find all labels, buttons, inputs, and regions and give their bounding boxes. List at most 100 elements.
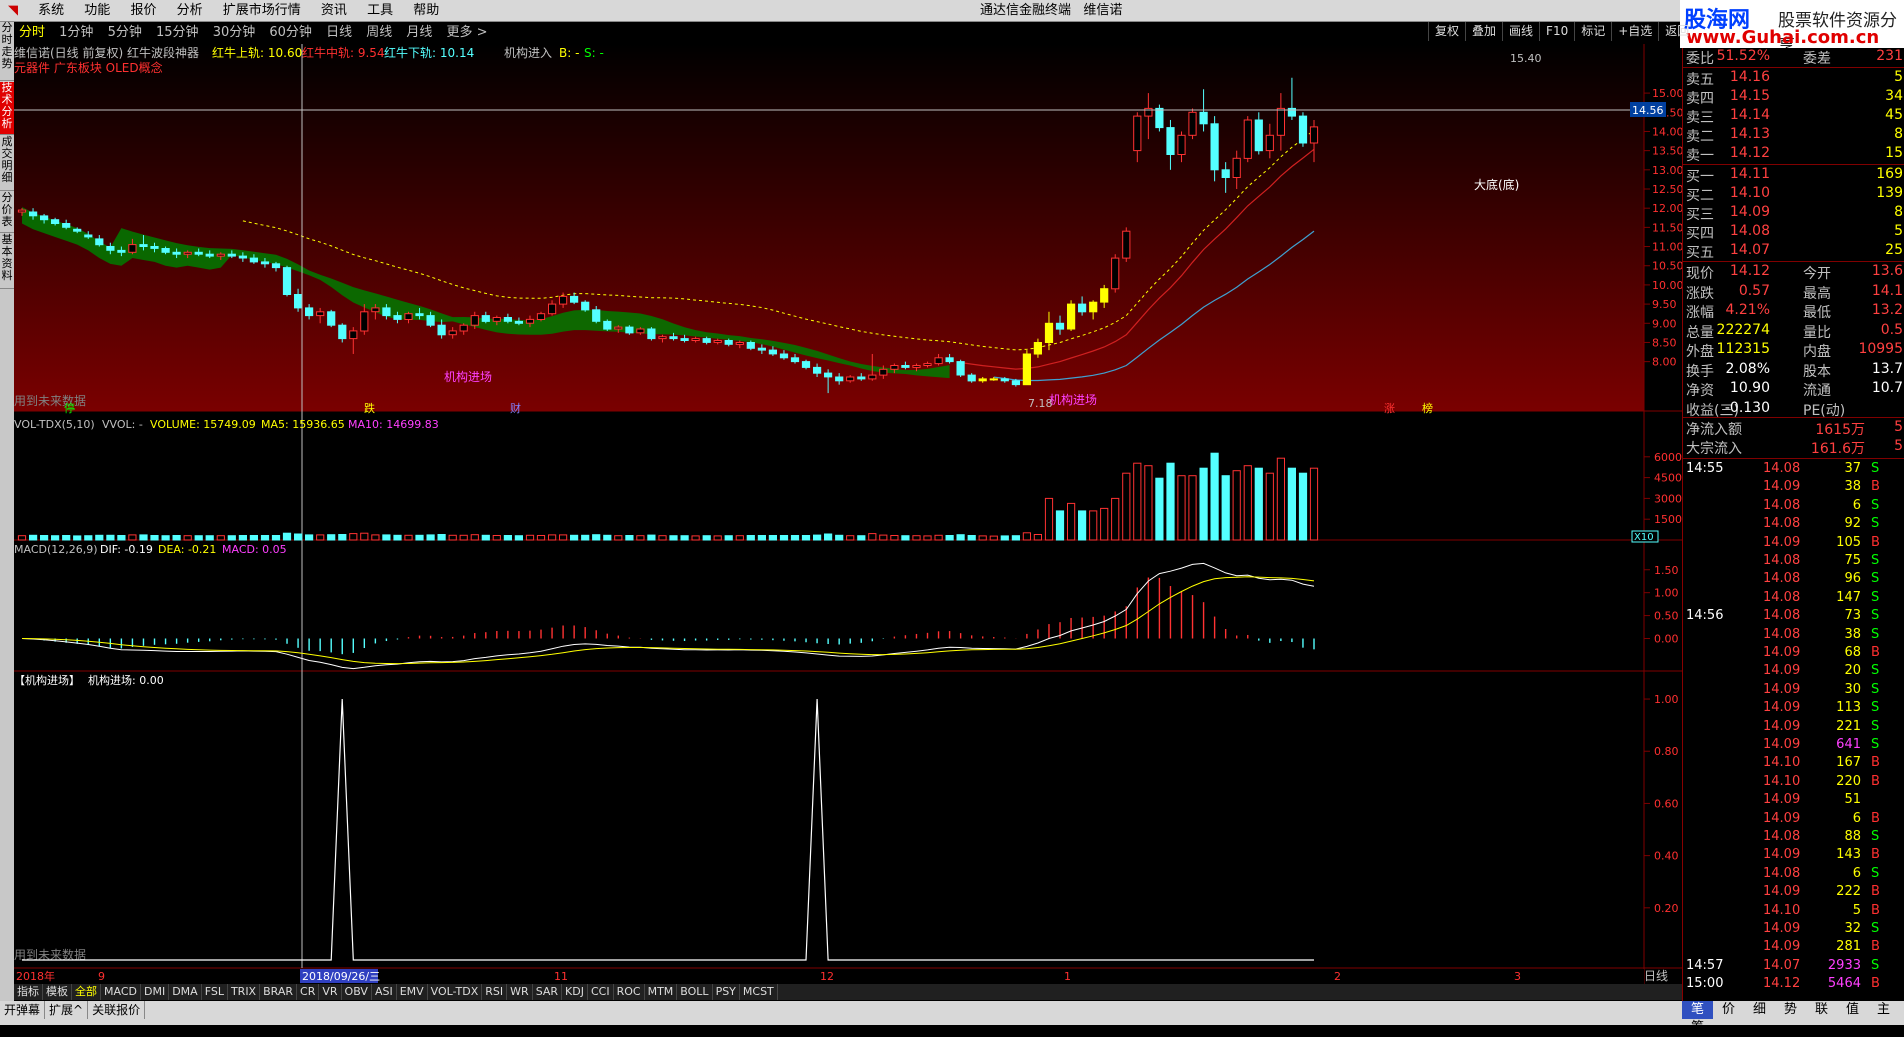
- stat-label: 总量: [1686, 324, 1714, 341]
- indicator-tab[interactable]: MCST: [740, 984, 778, 1000]
- tab-intraday[interactable]: 分时走势: [0, 22, 14, 81]
- volume-bar: [1078, 510, 1087, 541]
- indicator-tab[interactable]: CR: [297, 984, 320, 1000]
- f10-button[interactable]: F10: [1539, 22, 1574, 41]
- period-tab[interactable]: 1分钟: [54, 22, 98, 43]
- tab-trade-detail[interactable]: 成交明细: [0, 136, 14, 191]
- indicator-tab[interactable]: KDJ: [562, 984, 588, 1000]
- volume-bar: [978, 535, 987, 541]
- period-tab[interactable]: 更多 >: [442, 22, 493, 43]
- indicator-tab[interactable]: EMV: [397, 984, 428, 1000]
- menu-item[interactable]: 扩展市场行情: [215, 0, 309, 21]
- period-tab[interactable]: 分时: [14, 22, 50, 43]
- event-marker: 跌: [364, 401, 375, 415]
- expand-button[interactable]: 扩展^: [45, 1001, 89, 1019]
- period-tab[interactable]: 15分钟: [151, 22, 204, 43]
- tick-price: 14.09: [1763, 792, 1801, 808]
- volume-bar: [1298, 472, 1308, 541]
- candle-body: [492, 317, 501, 322]
- status-bar: 开弹幕 扩展^ 关联报价: [0, 1001, 1904, 1025]
- right-panel-tab[interactable]: 势: [1775, 1001, 1806, 1019]
- bid-row: 买一 14.11 169: [1683, 166, 1904, 185]
- period-tab[interactable]: 5分钟: [103, 22, 147, 43]
- period-tab[interactable]: 月线: [401, 22, 437, 43]
- indicator-tab[interactable]: PSY: [713, 984, 740, 1000]
- volume-bar: [139, 534, 148, 541]
- menu-item[interactable]: 系统: [30, 0, 72, 21]
- back-button[interactable]: 返回: [1658, 22, 1695, 41]
- kline-chart[interactable]: 维信诺(日线 前复权) 红牛波段神器 红牛上轨: 10.60 红牛中轨: 9.5…: [14, 44, 1682, 984]
- volume-bar: [1199, 467, 1208, 541]
- indicator-tab[interactable]: FSL: [202, 984, 228, 1000]
- tick-row: 14.08 96 S: [1683, 571, 1904, 589]
- tab-technical[interactable]: 技术分析: [0, 82, 14, 135]
- window-title: 通达信金融终端 维信诺: [980, 3, 1123, 18]
- candle-body: [912, 365, 921, 368]
- mark-button[interactable]: 标记: [1574, 22, 1611, 41]
- indicator-tab[interactable]: VOL-TDX: [428, 984, 483, 1000]
- linked-quote-button[interactable]: 关联报价: [88, 1001, 146, 1019]
- indicator-tab[interactable]: SAR: [533, 984, 563, 1000]
- indicator-tab[interactable]: DMI: [141, 984, 170, 1000]
- volume-bar: [570, 534, 579, 541]
- right-panel-tab[interactable]: 价: [1713, 1001, 1744, 1019]
- volume-bar: [1265, 472, 1274, 541]
- indicator-tab[interactable]: BRAR: [260, 984, 298, 1000]
- menu-item[interactable]: 功能: [76, 0, 118, 21]
- period-tab[interactable]: 30分钟: [208, 22, 261, 43]
- indicator-tab[interactable]: OBV: [342, 984, 372, 1000]
- volume-bar: [17, 535, 27, 541]
- period-tab[interactable]: 周线: [361, 22, 397, 43]
- volume-bar: [1155, 477, 1164, 541]
- overlay-button[interactable]: 叠加: [1465, 22, 1502, 41]
- indicator-tab[interactable]: BOLL: [677, 984, 713, 1000]
- period-tab[interactable]: 日线: [321, 22, 357, 43]
- indicator-tab[interactable]: 指标: [14, 984, 43, 1000]
- tick-volume: 143: [1836, 847, 1861, 863]
- indicator-tab[interactable]: ROC: [614, 984, 645, 1000]
- menu-item[interactable]: 工具: [359, 0, 401, 21]
- ask-volume: 8: [1894, 126, 1903, 142]
- adjust-button[interactable]: 复权: [1428, 22, 1465, 41]
- volume-bar: [1122, 472, 1131, 541]
- indicator-tab[interactable]: MTM: [645, 984, 678, 1000]
- tick-side: S: [1871, 497, 1880, 513]
- tick-price: 14.09: [1763, 663, 1801, 679]
- indicator-tab[interactable]: TRIX: [228, 984, 261, 1000]
- date-label: 3: [1514, 970, 1521, 983]
- stat-label2: 量比: [1803, 324, 1831, 341]
- draw-line-button[interactable]: 画线: [1502, 22, 1539, 41]
- indicator-tab[interactable]: RSI: [482, 984, 508, 1000]
- right-panel-tab[interactable]: 联: [1806, 1001, 1837, 1019]
- add-favorite-button[interactable]: +自选: [1611, 22, 1658, 41]
- tick-row: 14.09 281 B: [1683, 939, 1904, 957]
- danmaku-button[interactable]: 开弹幕: [0, 1001, 46, 1019]
- right-panel-tab[interactable]: 筹: [1682, 1019, 1713, 1037]
- volume-bar: [1144, 465, 1153, 541]
- menu-item[interactable]: 帮助: [405, 0, 447, 21]
- menu-item[interactable]: 资讯: [313, 0, 355, 21]
- volume-bar: [415, 534, 424, 541]
- indicator-tab[interactable]: DMA: [169, 984, 202, 1000]
- right-panel-tab[interactable]: 笔: [1682, 1001, 1713, 1019]
- right-panel-tab[interactable]: 主: [1868, 1001, 1899, 1019]
- volume-bar: [581, 534, 590, 541]
- indicator-tab[interactable]: 全部: [72, 984, 101, 1000]
- indicator-tab[interactable]: ASI: [372, 984, 397, 1000]
- indicator-tab[interactable]: 模板: [43, 984, 72, 1000]
- period-tab[interactable]: 60分钟: [264, 22, 317, 43]
- right-panel-tab[interactable]: 值: [1837, 1001, 1868, 1019]
- candle-body: [106, 246, 115, 251]
- tick-row: 14:57 14.07 2933 S: [1683, 958, 1904, 976]
- indicator-tab[interactable]: CCI: [588, 984, 614, 1000]
- tab-price-table[interactable]: 分价表: [0, 192, 14, 233]
- indicator-tab[interactable]: MACD: [101, 984, 141, 1000]
- indicator-tab[interactable]: WR: [507, 984, 533, 1000]
- vol-ma5: MA5: 15936.65: [261, 418, 345, 431]
- indicator-tab[interactable]: VR: [319, 984, 342, 1000]
- tab-basic-info[interactable]: 基本资料: [0, 234, 14, 289]
- right-panel-tab[interactable]: 细: [1744, 1001, 1775, 1019]
- menu-item[interactable]: 报价: [122, 0, 164, 21]
- stat-value2: 0.5: [1880, 321, 1903, 338]
- menu-item[interactable]: 分析: [169, 0, 211, 21]
